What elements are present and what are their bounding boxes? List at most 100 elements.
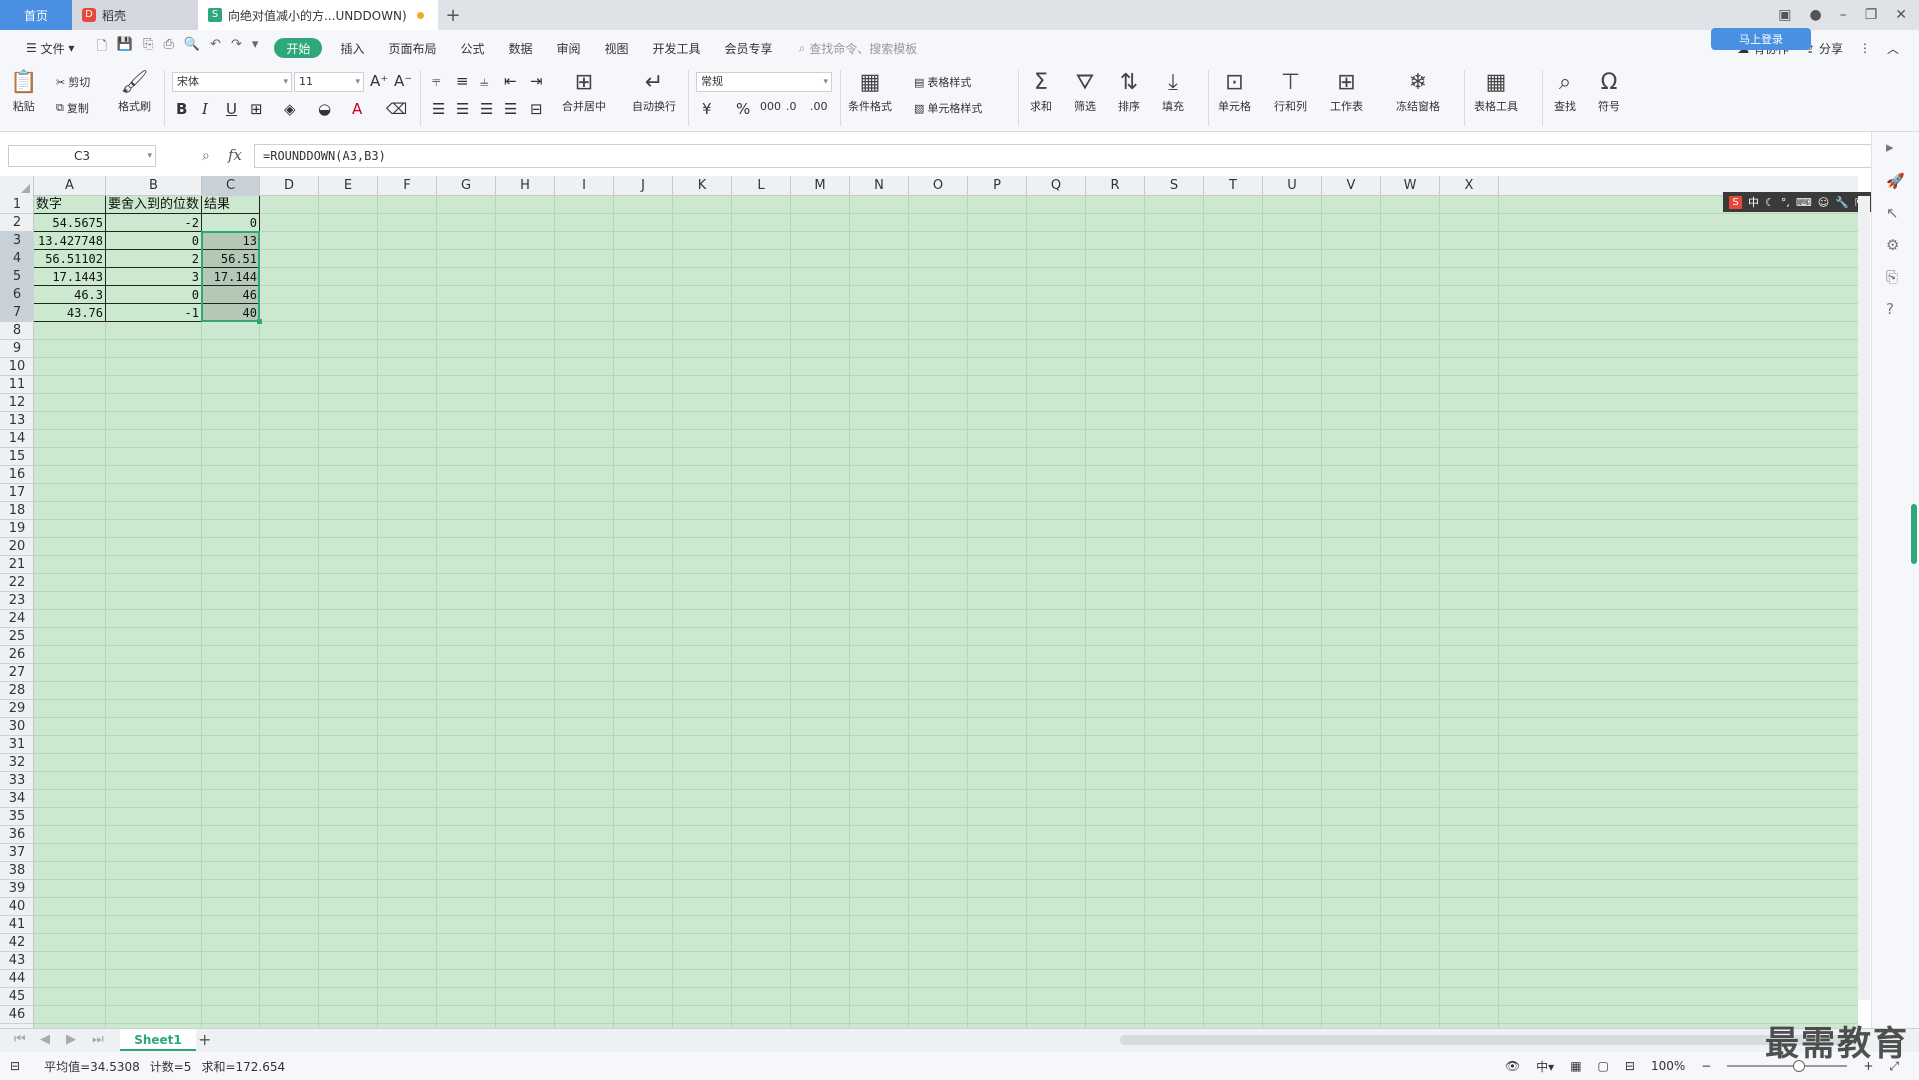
row-header-4[interactable]: 4	[0, 250, 34, 268]
next-sheet-icon[interactable]: ▶	[66, 1032, 76, 1047]
row-header-28[interactable]: 28	[0, 682, 34, 700]
justify-icon[interactable]: ☰	[504, 100, 517, 118]
row-header-1[interactable]: 1	[0, 196, 34, 214]
cell-c7[interactable]: 40	[202, 304, 260, 322]
column-header-m[interactable]: M	[791, 176, 850, 196]
row-header-9[interactable]: 9	[0, 340, 34, 358]
row-header-16[interactable]: 16	[0, 466, 34, 484]
column-header-u[interactable]: U	[1263, 176, 1322, 196]
page-layout-view-icon[interactable]: ▢	[1598, 1059, 1609, 1073]
sort-button[interactable]: ⇅ 排序	[1118, 68, 1140, 114]
restore-icon[interactable]: ❐	[1865, 7, 1878, 23]
row-header-15[interactable]: 15	[0, 448, 34, 466]
menu-data[interactable]: 数据	[496, 30, 544, 66]
cell-b6[interactable]: 0	[106, 286, 202, 304]
wrap-text-button[interactable]: ↵ 自动换行	[632, 68, 676, 114]
cut-button[interactable]: ✂ 剪切	[56, 74, 90, 90]
column-header-w[interactable]: W	[1381, 176, 1440, 196]
cell-b4[interactable]: 2	[106, 250, 202, 268]
fill-button[interactable]: ⤓ 填充	[1162, 68, 1184, 114]
row-header-26[interactable]: 26	[0, 646, 34, 664]
tab-document[interactable]: S 向绝对值减小的方...UNDDOWN)	[198, 0, 438, 30]
tab-home[interactable]: 首页	[0, 0, 72, 30]
cell-b2[interactable]: -2	[106, 214, 202, 232]
row-header-11[interactable]: 11	[0, 376, 34, 394]
number-format-select[interactable]: 常规	[696, 72, 832, 92]
column-header-l[interactable]: L	[732, 176, 791, 196]
row-header-2[interactable]: 2	[0, 214, 34, 232]
highlight-icon[interactable]: ◒	[318, 100, 331, 118]
row-header-35[interactable]: 35	[0, 808, 34, 826]
undo-icon[interactable]: ↶	[210, 37, 221, 59]
column-header-n[interactable]: N	[850, 176, 909, 196]
properties-icon[interactable]: ⚙	[1886, 236, 1899, 254]
row-header-7[interactable]: 7	[0, 304, 34, 322]
new-icon[interactable]: 🗋	[96, 37, 106, 59]
row-header-5[interactable]: 5	[0, 268, 34, 286]
row-header-18[interactable]: 18	[0, 502, 34, 520]
row-header-24[interactable]: 24	[0, 610, 34, 628]
more-icon[interactable]: ▾	[252, 37, 259, 59]
cell-a1[interactable]: 数字	[34, 196, 106, 214]
conditional-format-button[interactable]: ▦ 条件格式	[848, 68, 892, 114]
menu-start[interactable]: 开始	[274, 38, 323, 58]
filter-button[interactable]: ⛛ 筛选	[1074, 68, 1096, 114]
increase-font-icon[interactable]: A⁺	[370, 72, 388, 90]
row-header-41[interactable]: 41	[0, 916, 34, 934]
font-name-select[interactable]: 宋体	[172, 72, 292, 92]
format-painter-button[interactable]: 🖌 格式刷	[118, 68, 151, 114]
column-header-p[interactable]: P	[968, 176, 1027, 196]
indent-increase-icon[interactable]: ⇥	[530, 72, 543, 90]
zoom-slider[interactable]	[1727, 1060, 1848, 1072]
formula-input[interactable]: =ROUNDDOWN(A3,B3)	[254, 144, 1874, 168]
select-all-corner[interactable]	[0, 176, 34, 196]
underline-icon[interactable]: U	[226, 100, 237, 118]
fill-handle[interactable]	[257, 319, 262, 324]
zoom-out-icon[interactable]: −	[1701, 1059, 1711, 1073]
decrease-font-icon[interactable]: A⁻	[394, 72, 412, 90]
row-header-29[interactable]: 29	[0, 700, 34, 718]
cell-c1[interactable]: 结果	[202, 196, 260, 214]
row-header-30[interactable]: 30	[0, 718, 34, 736]
print-icon[interactable]: ⎙	[163, 37, 173, 59]
merge-center-button[interactable]: ⊞ 合并居中	[562, 68, 606, 114]
align-center-icon[interactable]: ☰	[456, 100, 469, 118]
row-header-36[interactable]: 36	[0, 826, 34, 844]
row-header-17[interactable]: 17	[0, 484, 34, 502]
cell-b3[interactable]: 0	[106, 232, 202, 250]
increase-decimal-icon[interactable]: .0	[786, 100, 797, 113]
align-bottom-icon[interactable]: ⫨	[480, 72, 488, 90]
preview-icon[interactable]: 🔍	[184, 37, 200, 59]
column-header-d[interactable]: D	[260, 176, 319, 196]
cell-c5[interactable]: 17.144	[202, 268, 260, 286]
minimize-icon[interactable]: –	[1840, 7, 1847, 23]
cell-b1[interactable]: 要舍入到的位数	[106, 196, 202, 214]
align-left-icon[interactable]: ☰	[432, 100, 445, 118]
row-header-8[interactable]: 8	[0, 322, 34, 340]
column-header-t[interactable]: T	[1204, 176, 1263, 196]
column-header-i[interactable]: I	[555, 176, 614, 196]
fill-color-icon[interactable]: ◈	[284, 100, 296, 118]
row-header-3[interactable]: 3	[0, 232, 34, 250]
column-header-r[interactable]: R	[1086, 176, 1145, 196]
row-header-21[interactable]: 21	[0, 556, 34, 574]
table-tools-button[interactable]: ▦ 表格工具	[1474, 68, 1518, 114]
row-header-14[interactable]: 14	[0, 430, 34, 448]
cell-style-button[interactable]: ▧ 单元格样式	[914, 100, 982, 116]
column-header-h[interactable]: H	[496, 176, 555, 196]
cell-b5[interactable]: 3	[106, 268, 202, 286]
row-header-34[interactable]: 34	[0, 790, 34, 808]
column-header-f[interactable]: F	[378, 176, 437, 196]
decrease-decimal-icon[interactable]: .00	[810, 100, 828, 113]
zoom-formula-icon[interactable]: ⌕	[202, 148, 210, 164]
login-button[interactable]: 马上登录	[1711, 28, 1811, 50]
macro-icon[interactable]: ⊟	[10, 1059, 20, 1073]
command-search[interactable]: ⌕ 查找命令、搜索模板	[799, 40, 918, 57]
column-header-c[interactable]: C	[202, 176, 260, 196]
row-header-25[interactable]: 25	[0, 628, 34, 646]
row-header-6[interactable]: 6	[0, 286, 34, 304]
rocket-icon[interactable]: 🚀	[1886, 172, 1905, 190]
cell-a3[interactable]: 13.427748	[34, 232, 106, 250]
row-header-39[interactable]: 39	[0, 880, 34, 898]
find-button[interactable]: ⌕ 查找	[1554, 68, 1576, 114]
